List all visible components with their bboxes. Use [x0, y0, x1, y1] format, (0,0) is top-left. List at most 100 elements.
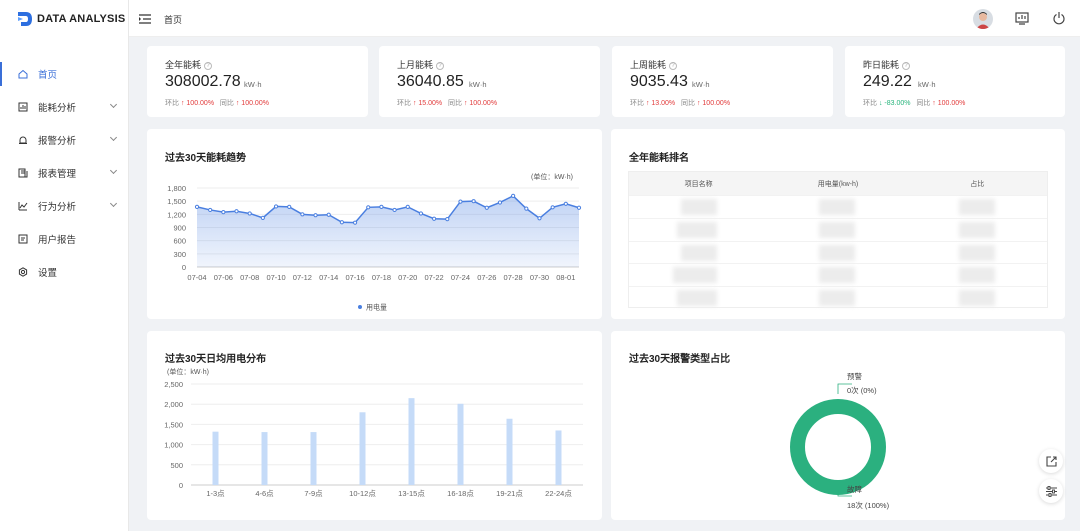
data-point[interactable]: [339, 220, 344, 225]
x-tick-label: 07-06: [214, 273, 233, 282]
bar[interactable]: [212, 431, 219, 485]
yoy-label: 同比: [681, 100, 695, 107]
sidebar-item-1[interactable]: 能耗分析: [0, 90, 128, 123]
data-point[interactable]: [576, 205, 582, 210]
settings-panel-button[interactable]: [1039, 479, 1063, 503]
x-tick-label: 07-04: [187, 273, 206, 282]
x-tick-label: 1-3点: [206, 489, 225, 498]
data-point[interactable]: [326, 212, 331, 217]
x-tick-label: 07-22: [425, 273, 444, 282]
bar[interactable]: [408, 398, 415, 485]
col-ratio[interactable]: 占比: [908, 179, 1047, 189]
data-point[interactable]: [418, 211, 424, 216]
sidebar-item-label: 报表管理: [38, 168, 77, 180]
menu-fold-icon[interactable]: [139, 13, 151, 27]
slice-label: 预警: [847, 371, 862, 381]
data-point[interactable]: [194, 204, 200, 209]
y-tick-label: 600: [173, 237, 186, 246]
bar[interactable]: [506, 418, 513, 485]
ranking-title: 全年能耗排名: [629, 153, 689, 164]
x-tick-label: 07-30: [530, 273, 549, 282]
data-point[interactable]: [313, 213, 318, 218]
kpi-title-text: 上月能耗: [397, 60, 434, 70]
table-row[interactable]: [629, 195, 1047, 218]
sidebar-item-3[interactable]: 报表管理: [0, 156, 128, 189]
help-icon[interactable]: ?: [902, 61, 911, 70]
sidebar-item-0[interactable]: 首页: [0, 57, 128, 90]
sidebar-item-label: 行为分析: [38, 201, 77, 213]
x-tick-label: 07-16: [345, 273, 364, 282]
data-point[interactable]: [563, 201, 568, 206]
help-icon[interactable]: ?: [436, 61, 445, 70]
bar[interactable]: [555, 430, 562, 485]
sidebar-item-4[interactable]: 行为分析: [0, 189, 128, 222]
sidebar-item-5[interactable]: 用户报告: [0, 222, 128, 255]
alarm-icon: [18, 135, 28, 145]
data-point[interactable]: [537, 216, 542, 221]
data-point[interactable]: [221, 210, 226, 215]
x-tick-label: 07-28: [504, 273, 523, 282]
avatar[interactable]: [973, 9, 993, 29]
col-usage[interactable]: 用电量(kw-h): [768, 179, 907, 189]
mom-value-text: 13.00%: [651, 100, 676, 107]
data-point[interactable]: [366, 205, 371, 210]
x-tick-label: 4-6点: [255, 489, 274, 498]
x-tick-label: 13-15点: [398, 489, 425, 498]
daily-chart: 0 500 1,000 1,500 2,000 2,500 1-3点 4-6点 7-9点 10-1…: [164, 380, 583, 498]
table-row[interactable]: [629, 240, 1047, 264]
energy-chart-icon: [18, 102, 28, 112]
data-point[interactable]: [458, 199, 463, 204]
data-point[interactable]: [379, 204, 384, 209]
table-row[interactable]: [629, 217, 1047, 241]
data-point[interactable]: [471, 199, 476, 204]
data-point[interactable]: [497, 200, 503, 205]
legend-label[interactable]: 用电量: [366, 303, 387, 312]
kpi-card: 上周能耗? 9035.43 kW·h 环比 ↑ 13.00% 同比 ↑ 100.00%: [612, 46, 833, 117]
settings-icon: [18, 266, 28, 277]
mom-value-text: 15.00%: [418, 100, 443, 107]
data-point[interactable]: [392, 207, 397, 213]
data-point[interactable]: [511, 193, 516, 199]
sidebar-item-6[interactable]: 设置: [0, 255, 128, 288]
kpi-value: 249.22: [863, 73, 912, 90]
logo-icon: [18, 11, 32, 26]
data-point[interactable]: [405, 204, 410, 209]
col-project-name[interactable]: 项目名称: [629, 179, 768, 189]
dashboard-screen-icon[interactable]: [1015, 11, 1029, 28]
y-tick-label: 2,500: [164, 380, 183, 389]
bar[interactable]: [457, 403, 464, 485]
help-icon[interactable]: ?: [204, 61, 213, 70]
sidebar-item-2[interactable]: 报警分析: [0, 123, 128, 156]
data-point[interactable]: [524, 206, 529, 211]
data-point[interactable]: [208, 207, 213, 213]
data-point[interactable]: [550, 205, 555, 210]
data-point[interactable]: [273, 204, 279, 209]
bar[interactable]: [359, 412, 366, 485]
table-row[interactable]: [629, 286, 1047, 309]
bar[interactable]: [310, 432, 317, 485]
data-point[interactable]: [234, 209, 239, 214]
slice-value: 18次 (100%): [847, 500, 890, 510]
donut-slice[interactable]: [790, 399, 886, 495]
data-point[interactable]: [352, 220, 358, 225]
table-row[interactable]: [629, 263, 1047, 286]
data-point[interactable]: [260, 215, 265, 220]
power-icon[interactable]: [1052, 11, 1066, 28]
data-point[interactable]: [445, 217, 450, 222]
data-point[interactable]: [300, 212, 305, 217]
kpi-card: 全年能耗? 308002.78 kW·h 环比 ↑ 100.00% 同比 ↑ 100.…: [147, 46, 368, 117]
bar[interactable]: [261, 432, 268, 485]
data-point[interactable]: [484, 205, 489, 210]
help-icon[interactable]: ?: [669, 61, 678, 70]
data-point[interactable]: [287, 204, 292, 209]
share-button[interactable]: [1039, 449, 1063, 473]
behavior-icon: [18, 201, 28, 211]
app-logo[interactable]: DATA ANALYSIS: [0, 0, 128, 37]
yoy-label: 同比: [916, 100, 931, 107]
data-point[interactable]: [432, 216, 437, 221]
daily-card: 过去30天日均用电分布 (单位：kW·h) 0 500 1,000 1,500 2,00…: [147, 331, 602, 520]
mom-label: 环比: [863, 100, 877, 107]
breadcrumb[interactable]: 首页: [164, 13, 182, 26]
yoy-value-text: 100.00%: [469, 100, 498, 107]
data-point[interactable]: [247, 211, 252, 216]
